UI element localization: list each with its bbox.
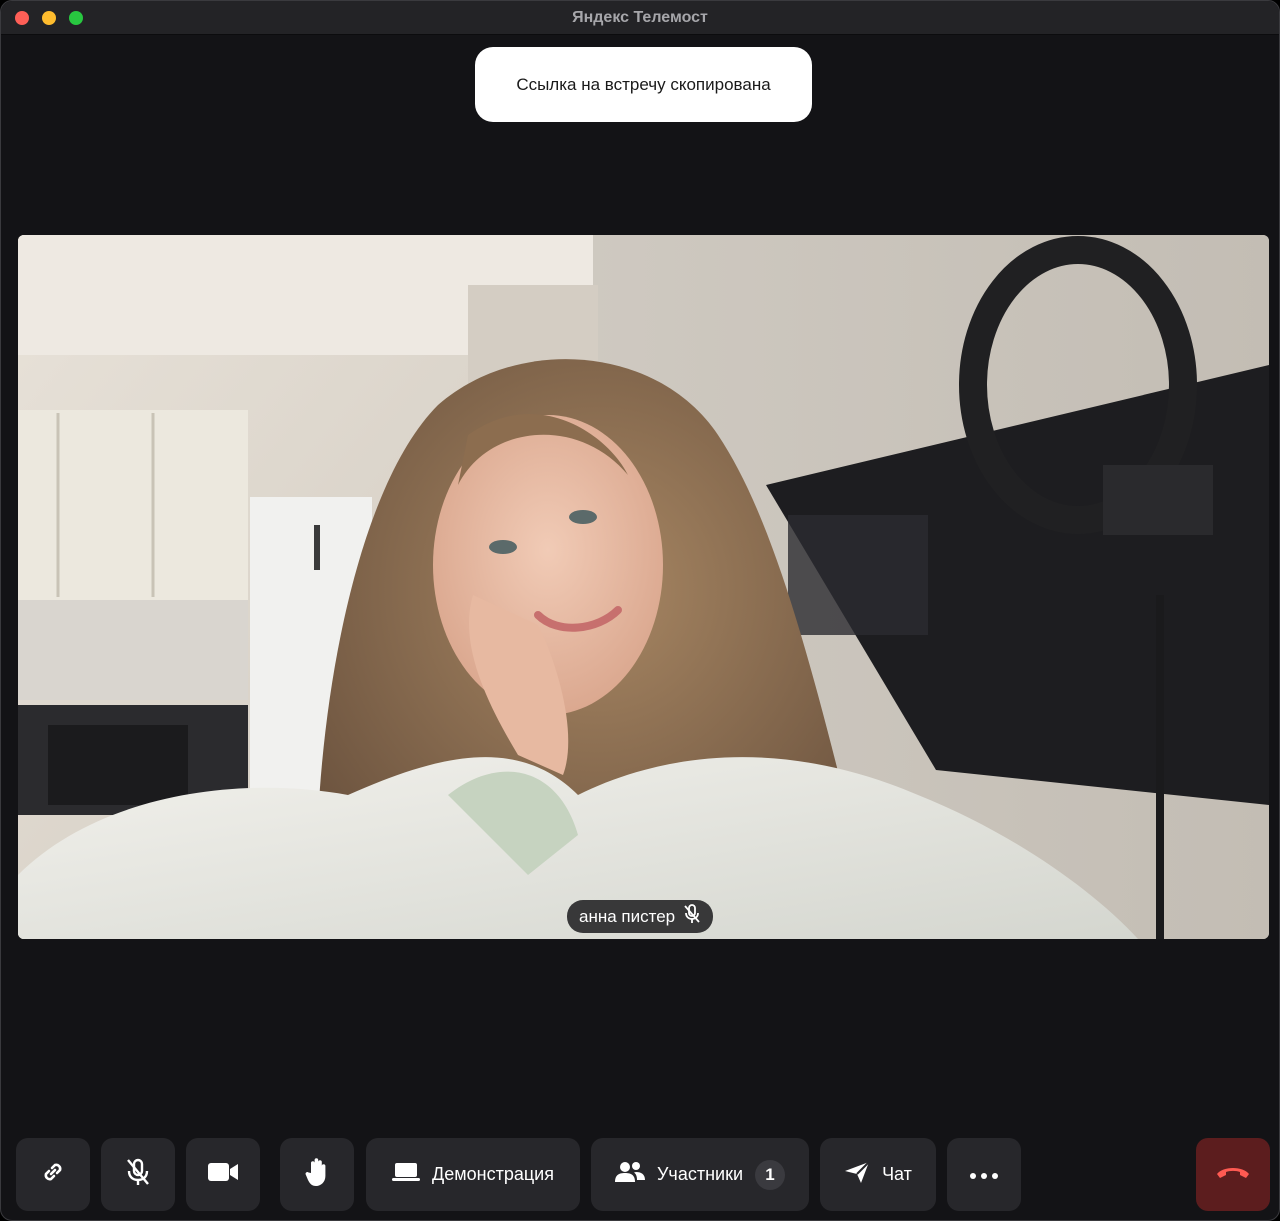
microphone-toggle-button[interactable] xyxy=(101,1138,175,1211)
screen-share-button[interactable]: Демонстрация xyxy=(366,1138,580,1211)
phone-hangup-icon xyxy=(1215,1164,1251,1185)
participants-count-badge: 1 xyxy=(755,1159,785,1190)
app-window: Яндекс Телемост Ссылка на встречу скопир… xyxy=(0,0,1280,1221)
video-frame xyxy=(18,235,1269,939)
copy-link-button[interactable] xyxy=(16,1138,90,1211)
window-title: Яндекс Телемост xyxy=(572,9,708,26)
participant-name-tag: анна пистер xyxy=(567,900,714,933)
title-bar: Яндекс Телемост xyxy=(1,1,1279,35)
toast-text: Ссылка на встречу скопирована xyxy=(516,74,771,94)
hand-icon xyxy=(304,1157,330,1192)
link-copied-toast: Ссылка на встречу скопирована xyxy=(475,47,812,122)
participants-label: Участники xyxy=(657,1164,743,1184)
camera-icon xyxy=(207,1160,239,1189)
ellipsis-icon xyxy=(969,1164,999,1185)
raise-hand-button[interactable] xyxy=(280,1138,354,1211)
more-options-button[interactable] xyxy=(947,1138,1021,1211)
mic-off-icon xyxy=(683,904,701,929)
link-icon xyxy=(39,1158,67,1191)
chat-label: Чат xyxy=(882,1164,912,1184)
mic-off-icon xyxy=(124,1157,152,1192)
participants-button[interactable]: Участники 1 xyxy=(591,1138,809,1211)
camera-toggle-button[interactable] xyxy=(186,1138,260,1211)
participants-icon xyxy=(615,1160,645,1189)
send-icon xyxy=(844,1160,870,1189)
screen-share-icon xyxy=(392,1161,421,1188)
screen-share-label: Демонстрация xyxy=(432,1164,554,1184)
participant-video[interactable] xyxy=(18,235,1269,939)
chat-button[interactable]: Чат xyxy=(820,1138,936,1211)
end-call-button[interactable] xyxy=(1196,1138,1270,1211)
participant-name: анна пистер xyxy=(579,906,676,926)
